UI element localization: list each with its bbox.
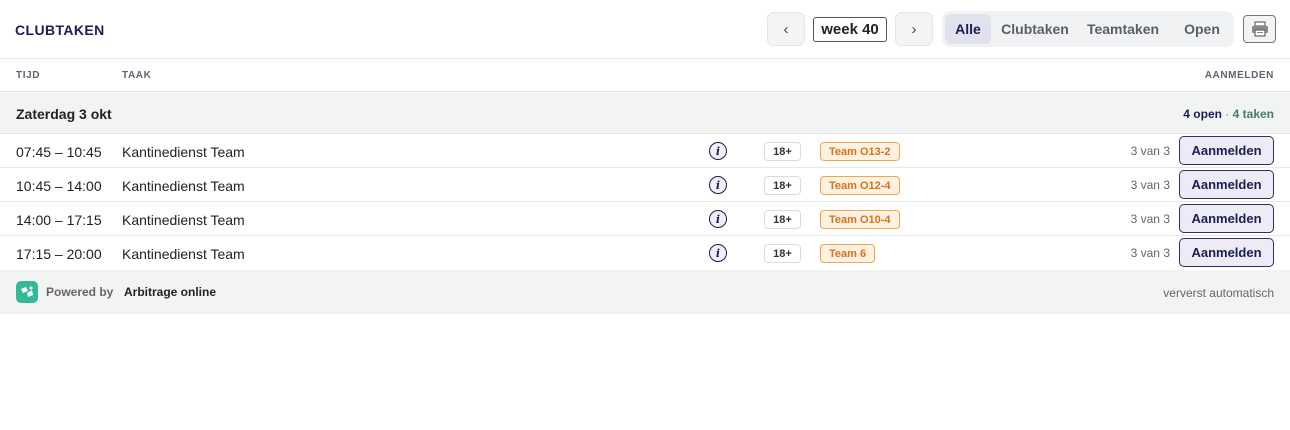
header-bar: CLUBTAKEN ‹ week 40 › Alle Clubtaken Tea…: [0, 0, 1290, 59]
info-icon[interactable]: i: [709, 142, 727, 160]
table-row: 07:45 – 10:45 Kantinedienst Team i 18+ T…: [0, 134, 1290, 168]
tab-clubtaken[interactable]: Clubtaken: [994, 14, 1076, 44]
page-title: CLUBTAKEN: [15, 22, 105, 38]
arbitrage-logo-icon[interactable]: [16, 281, 38, 303]
slots-count: 3 van 3: [1130, 144, 1170, 158]
signup-button[interactable]: Aanmelden: [1179, 170, 1274, 199]
brand-link[interactable]: Arbitrage online: [124, 285, 216, 299]
table-row: 14:00 – 17:15 Kantinedienst Team i 18+ T…: [0, 202, 1290, 236]
slots-count: 3 van 3: [1130, 212, 1170, 226]
task-name: Kantinedienst Team: [122, 246, 245, 262]
column-header-time: TIJD: [16, 70, 41, 81]
team-badge: Team O13-2: [820, 142, 900, 161]
task-name: Kantinedienst Team: [122, 178, 245, 194]
logo-mark-icon: [21, 286, 33, 297]
team-badge: Team O10-4: [820, 210, 900, 229]
slots-count: 3 van 3: [1130, 246, 1170, 260]
info-icon[interactable]: i: [709, 176, 727, 194]
printer-icon: [1251, 21, 1268, 37]
prev-week-button[interactable]: ‹: [767, 12, 805, 46]
open-count: 4 open: [1183, 107, 1222, 121]
day-title: Zaterdag 3 okt: [16, 106, 112, 122]
team-badge: Team 6: [820, 244, 876, 263]
info-icon[interactable]: i: [709, 210, 727, 228]
task-count: 4 taken: [1232, 107, 1274, 121]
signup-button[interactable]: Aanmelden: [1179, 204, 1274, 233]
task-name: Kantinedienst Team: [122, 212, 245, 228]
task-time: 10:45 – 14:00: [16, 178, 102, 194]
day-summary: 4 open · 4 taken: [1183, 107, 1274, 121]
print-button[interactable]: [1243, 15, 1276, 43]
refresh-note: ververst automatisch: [1163, 286, 1274, 300]
task-time: 17:15 – 20:00: [16, 246, 102, 262]
filter-tabs: Alle Clubtaken Teamtaken Open: [942, 11, 1234, 47]
week-label: week 40: [813, 17, 887, 42]
column-header-signup: AANMELDEN: [1204, 70, 1274, 81]
signup-button[interactable]: Aanmelden: [1179, 238, 1274, 267]
tab-teamtaken[interactable]: Teamtaken: [1081, 14, 1165, 44]
table-row: 10:45 – 14:00 Kantinedienst Team i 18+ T…: [0, 168, 1290, 202]
footer: Powered by Arbitrage online ververst aut…: [0, 270, 1290, 314]
info-icon[interactable]: i: [709, 244, 727, 262]
column-headers: TIJD TAAK AANMELDEN: [0, 59, 1290, 92]
age-badge: 18+: [764, 176, 801, 195]
task-name: Kantinedienst Team: [122, 144, 245, 160]
age-badge: 18+: [764, 244, 801, 263]
age-badge: 18+: [764, 142, 801, 161]
next-week-button[interactable]: ›: [895, 12, 933, 46]
tab-alle[interactable]: Alle: [945, 14, 991, 44]
signup-button[interactable]: Aanmelden: [1179, 136, 1274, 165]
slots-count: 3 van 3: [1130, 178, 1170, 192]
age-badge: 18+: [764, 210, 801, 229]
powered-by-label: Powered by: [46, 285, 114, 299]
column-header-task: TAAK: [122, 70, 152, 81]
tab-open[interactable]: Open: [1173, 14, 1231, 44]
task-time: 14:00 – 17:15: [16, 212, 102, 228]
task-time: 07:45 – 10:45: [16, 144, 102, 160]
day-group-header: Zaterdag 3 okt 4 open · 4 taken: [0, 93, 1290, 134]
table-row: 17:15 – 20:00 Kantinedienst Team i 18+ T…: [0, 236, 1290, 270]
team-badge: Team O12-4: [820, 176, 900, 195]
summary-separator: ·: [1225, 107, 1230, 121]
